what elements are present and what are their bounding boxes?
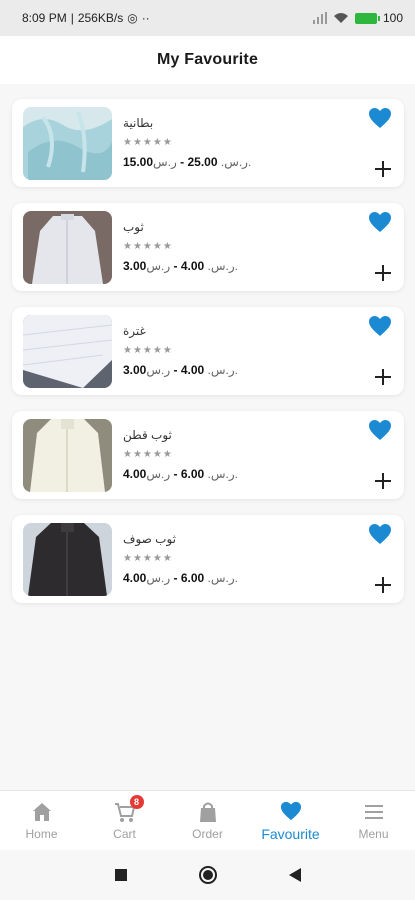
home-icon [32, 802, 51, 821]
battery-level: 100 [382, 11, 403, 25]
favourite-heart-icon[interactable] [368, 211, 392, 233]
product-name: ثوب [123, 220, 144, 234]
shopping-bag-icon [199, 802, 216, 822]
add-to-cart-icon[interactable] [374, 160, 392, 178]
price-range: 3.00 ر.س. 4.00 - ر.س. [123, 363, 238, 377]
add-to-cart-icon[interactable] [374, 368, 392, 386]
status-time: 8:09 PM [22, 11, 67, 25]
add-to-cart-icon[interactable] [374, 472, 392, 490]
system-nav-bar [0, 850, 415, 900]
home-circle-icon[interactable] [198, 865, 218, 885]
favourite-item-card[interactable]: ثوب صوف ★★★★★ 4.00 ر.س. 6.00 - ر.س. [12, 515, 404, 603]
rating-stars: ★★★★★ [123, 137, 173, 148]
page-title: My Favourite [156, 51, 259, 68]
favourite-item-card[interactable]: بطانية ★★★★★ 15.00 ر.س. 25.00 - ر.س. [12, 99, 404, 187]
rating-stars: ★★★★★ [123, 553, 173, 564]
app-header: My Favourite [0, 36, 415, 84]
network-speed: 256KB/s [77, 11, 124, 25]
signal-icon [312, 12, 327, 24]
price-high: 4.00 [180, 259, 205, 273]
bottom-nav: Home 8 Cart Order Favourite Menu [0, 790, 415, 850]
product-image [23, 315, 112, 388]
favourite-item-card[interactable]: ثوب ★★★★★ 3.00 ر.س. 4.00 - ر.س. [12, 203, 404, 291]
currency-label: ر.س. [220, 155, 248, 169]
recent-apps-icon[interactable] [114, 868, 128, 882]
price-high: 25.00 [187, 155, 218, 169]
product-name: بطانية [123, 116, 154, 130]
rating-stars: ★★★★★ [123, 345, 173, 356]
currency-label: ر.س. [207, 571, 235, 585]
nav-home[interactable]: Home [0, 801, 83, 841]
price-high: 4.00 [180, 363, 205, 377]
price-high: 6.00 [180, 571, 205, 585]
price-low: 15.00 [123, 155, 154, 169]
rating-stars: ★★★★★ [123, 241, 173, 252]
currency-label: ر.س. [207, 467, 235, 481]
product-image [23, 107, 112, 180]
product-name: ثوب قطن [123, 428, 172, 442]
favourite-heart-icon[interactable] [368, 315, 392, 337]
favourite-heart-icon[interactable] [368, 419, 392, 441]
nav-menu-label: Menu [358, 826, 389, 841]
price-low: 3.00 [123, 363, 147, 377]
rating-stars: ★★★★★ [123, 449, 173, 460]
favourite-item-card[interactable]: غترة ★★★★★ 3.00 ر.س. 4.00 - ر.س. [12, 307, 404, 395]
status-bar: 8:09 PM | 256KB/s ◎ ·· 100 [0, 0, 415, 36]
favourite-heart-icon[interactable] [368, 523, 392, 545]
back-icon[interactable] [288, 867, 302, 883]
nav-menu[interactable]: Menu [332, 801, 415, 841]
hotspot-icon: ◎ [127, 11, 138, 25]
price-low: 4.00 [123, 467, 147, 481]
cart-count-badge: 8 [129, 794, 144, 809]
nav-favourite-label: Favourite [261, 825, 320, 842]
battery-icon [354, 12, 380, 24]
product-image [23, 419, 112, 492]
favourites-list: بطانية ★★★★★ 15.00 ر.س. 25.00 - ر.س. ثوب … [12, 99, 404, 619]
nav-cart-label: Cart [113, 826, 136, 841]
currency-label: ر.س. [207, 363, 235, 377]
product-image [23, 523, 112, 596]
favourite-heart-icon[interactable] [368, 107, 392, 129]
add-to-cart-icon[interactable] [374, 576, 392, 594]
wifi-icon [333, 13, 348, 23]
product-image [23, 211, 112, 284]
price-range: 4.00 ر.س. 6.00 - ر.س. [123, 571, 238, 585]
heart-icon [280, 801, 301, 820]
price-high: 6.00 [180, 467, 205, 481]
price-low: 3.00 [123, 259, 147, 273]
price-range: 4.00 ر.س. 6.00 - ر.س. [123, 467, 238, 481]
nav-home-label: Home [25, 826, 58, 841]
nav-cart[interactable]: 8 Cart [83, 794, 166, 841]
currency-label: ر.س. [207, 259, 235, 273]
hamburger-menu-icon [364, 804, 383, 819]
cart-icon-wrap: 8 [114, 794, 144, 823]
nav-order-label: Order [192, 826, 223, 841]
more-notifications-icon: ·· [141, 11, 150, 25]
add-to-cart-icon[interactable] [374, 264, 392, 282]
price-range: 15.00 ر.س. 25.00 - ر.س. [123, 155, 252, 169]
price-low: 4.00 [123, 571, 147, 585]
favourite-item-card[interactable]: ثوب قطن ★★★★★ 4.00 ر.س. 6.00 - ر.س. [12, 411, 404, 499]
nav-favourite[interactable]: Favourite [249, 800, 332, 842]
price-range: 3.00 ر.س. 4.00 - ر.س. [123, 259, 238, 273]
product-name: ثوب صوف [123, 532, 176, 546]
nav-order[interactable]: Order [166, 801, 249, 841]
product-name: غترة [123, 324, 146, 338]
